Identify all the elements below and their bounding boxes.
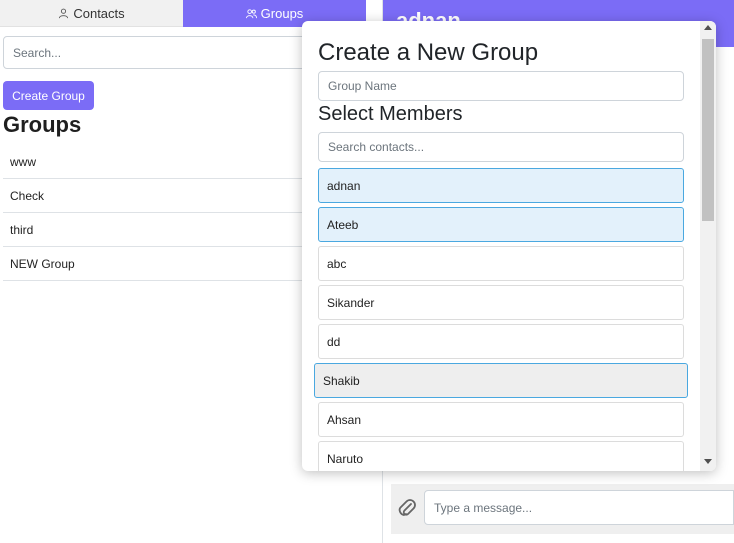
user-icon xyxy=(59,8,69,18)
users-icon xyxy=(245,9,257,19)
groups-heading: Groups xyxy=(3,112,82,137)
member-item[interactable]: dd xyxy=(318,324,684,359)
message-input[interactable]: Type a message... xyxy=(424,490,734,525)
create-group-label: Create Group xyxy=(12,88,85,103)
member-item[interactable]: Ateeb xyxy=(318,207,684,242)
create-group-button[interactable]: Create Group xyxy=(3,81,94,110)
member-item[interactable]: adnan xyxy=(318,168,684,203)
member-item[interactable]: Sikander xyxy=(318,285,684,320)
scroll-down-arrow-icon[interactable] xyxy=(704,459,712,464)
member-item[interactable]: Naruto xyxy=(318,441,684,471)
modal-scrollbar[interactable] xyxy=(700,21,716,471)
member-item[interactable]: Ahsan xyxy=(318,402,684,437)
contact-search-input[interactable]: Search contacts... xyxy=(318,132,684,162)
member-item[interactable]: abc xyxy=(318,246,684,281)
message-placeholder: Type a message... xyxy=(434,500,533,515)
scroll-up-arrow-icon[interactable] xyxy=(704,25,712,30)
members-heading: Select Members xyxy=(318,103,463,125)
search-placeholder: Search... xyxy=(13,45,62,60)
group-name-placeholder: Group Name xyxy=(328,79,397,93)
tab-groups-label: Groups xyxy=(260,6,304,21)
modal-title: Create a New Group xyxy=(318,39,539,66)
group-name-input[interactable]: Group Name xyxy=(318,71,684,101)
tab-contacts-label: Contacts xyxy=(73,5,125,21)
member-list: adnan Ateeb abc Sikander dd Shakib Ahsan… xyxy=(314,168,688,471)
create-group-modal: Create a New Group Group Name Select Mem… xyxy=(302,21,716,471)
tab-contacts[interactable]: Contacts xyxy=(0,0,183,27)
paperclip-icon[interactable] xyxy=(398,498,416,518)
contact-search-placeholder: Search contacts... xyxy=(328,140,425,154)
scrollbar-thumb[interactable] xyxy=(702,39,714,221)
member-item[interactable]: Shakib xyxy=(314,363,688,398)
